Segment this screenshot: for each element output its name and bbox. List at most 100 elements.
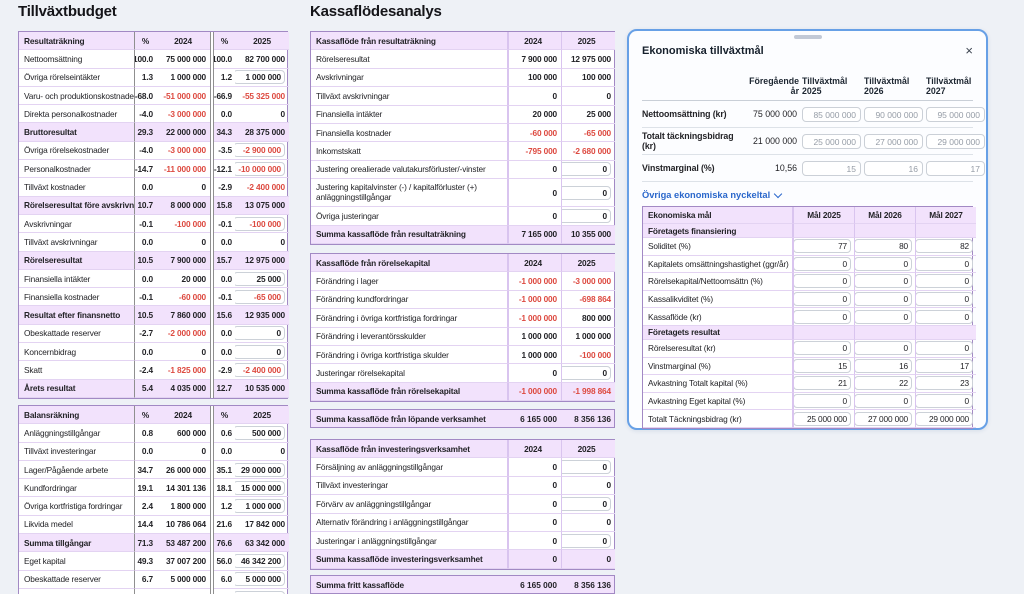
target-2026-input[interactable]: 0 [854, 310, 912, 324]
value-2025-input[interactable]: 5 000 000 [235, 572, 285, 586]
close-icon[interactable]: × [965, 45, 973, 57]
drag-handle[interactable] [794, 35, 822, 39]
value-2025-input[interactable]: 15 000 000 [235, 481, 285, 495]
target-2026-input[interactable]: 0 [854, 394, 912, 408]
pct-2025-cell: 0.0 [214, 105, 235, 123]
target-2027-input[interactable]: 0 [915, 394, 973, 408]
value-2025-input[interactable]: 0 [561, 534, 611, 548]
goal-2025-input[interactable]: 25 000 000 [802, 134, 861, 149]
pct-2025-cell: 21.6 [214, 516, 235, 534]
goal-2025-input[interactable]: 15 [802, 161, 861, 176]
value-2025-input[interactable]: -100 000 [235, 217, 285, 231]
value-2025-input[interactable]: 1 000 000 [235, 70, 285, 84]
target-2026-input[interactable]: 0 [854, 274, 912, 288]
value-2025-input[interactable]: -10 000 000 [235, 162, 285, 176]
target-2025-input[interactable]: 25 000 000 [793, 412, 851, 426]
value-2025-input[interactable]: 500 000 [235, 426, 285, 440]
value-2025-input[interactable]: 0 [561, 366, 611, 380]
target-2027-input[interactable]: 0 [915, 341, 973, 355]
target-2027-input[interactable]: 0 [915, 274, 973, 288]
target-2025-input[interactable]: 21 [793, 376, 851, 390]
target-2026-input[interactable]: 80 [854, 239, 912, 253]
row-label: Summa kassaflöde från resultaträkning [311, 226, 508, 244]
target-2027-input[interactable]: 0 [915, 257, 973, 271]
table-header-row: Kassaflöde från investeringsverksamhet 2… [311, 440, 614, 458]
pct-2024-cell: 6.7 [135, 571, 156, 589]
row-label: Eget kapital [19, 552, 135, 570]
target-2026-input[interactable]: 0 [854, 341, 912, 355]
target-2026-input[interactable]: 22 [854, 376, 912, 390]
pct-2025-cell: -0.1 [214, 215, 235, 233]
value-2024-cell: 7 165 000 [508, 226, 561, 244]
value-2025-cell: -100 000 [235, 215, 289, 233]
goal-2025-input[interactable]: 85 000 000 [802, 107, 861, 122]
target-2025-input[interactable]: 0 [793, 292, 851, 306]
row-label: Alternativ förändring i anläggningstillg… [311, 514, 508, 532]
table-row: Övriga rörelseintäkter 1.3 1 000 000 1.2… [19, 69, 287, 87]
value-2025-cell: 12 935 000 [235, 306, 289, 324]
target-2027-input[interactable]: 82 [915, 239, 973, 253]
header-2024: 2024 [156, 406, 210, 424]
target-2025-cell: 0 [793, 291, 854, 309]
value-2025-input[interactable]: 46 342 200 [235, 554, 285, 568]
goal-2027-input[interactable]: 95 000 000 [926, 107, 985, 122]
goal-2027-input[interactable]: 17 [926, 161, 985, 176]
pct-2025-cell: 0.0 [214, 343, 235, 361]
target-2026-input[interactable]: 0 [854, 292, 912, 306]
target-2025-input[interactable]: 15 [793, 359, 851, 373]
target-2027-input[interactable]: 23 [915, 376, 973, 390]
value-2025-input[interactable]: -65 000 [235, 290, 285, 304]
target-2025-input[interactable]: 0 [793, 341, 851, 355]
target-2027-input[interactable]: 17 [915, 359, 973, 373]
target-2027-input[interactable]: 29 000 000 [915, 412, 973, 426]
value-2025-cell: 1 000 000 [561, 328, 615, 346]
value-2025-input[interactable]: 0 [561, 497, 611, 511]
target-2025-input[interactable]: 77 [793, 239, 851, 253]
pct-2024-cell: 100.0 [135, 50, 156, 68]
value-2025-input[interactable]: 0 [561, 460, 611, 474]
goal-2026-input[interactable]: 90 000 000 [864, 107, 923, 122]
table-row: Avskrivningar 100 000 100 000 [311, 69, 614, 87]
value-2025-input[interactable]: 29 000 000 [235, 463, 285, 477]
value-2025-input[interactable]: 0 [561, 186, 611, 200]
cashflow-income-table: Kassaflöde från resultaträkning 2024 202… [310, 31, 615, 245]
target-2027-input[interactable]: 0 [915, 292, 973, 306]
target-2025-input[interactable]: 0 [793, 394, 851, 408]
pct-2024-cell: 29.3 [135, 123, 156, 141]
value-2025-input: -698 864 [579, 294, 611, 304]
value-2025-input[interactable]: 0 [561, 162, 611, 176]
other-key-figures-link[interactable]: Övriga ekonomiska nyckeltal [642, 190, 781, 200]
target-2025-input[interactable]: 0 [793, 310, 851, 324]
value-2025-input[interactable]: 0 [235, 326, 285, 340]
goal-2026-input[interactable]: 16 [864, 161, 923, 176]
value-2025-input[interactable]: 1 000 000 [235, 499, 285, 513]
header-2024: 2024 [508, 254, 561, 272]
value-2025-input[interactable]: 0 [235, 345, 285, 359]
value-2025-input: -3 000 000 [573, 276, 611, 286]
goal-2026-input[interactable]: 27 000 000 [864, 134, 923, 149]
summary-2024: 6 165 000 [508, 580, 561, 590]
goal-2027-input[interactable]: 29 000 000 [926, 134, 985, 149]
target-2025-input[interactable]: 0 [793, 257, 851, 271]
pct-2024-cell: 0.0 [135, 443, 156, 461]
value-2025-input[interactable]: 0 [561, 209, 611, 223]
value-2025-input[interactable]: -2 900 000 [235, 143, 285, 157]
target-2026-input[interactable]: 27 000 000 [854, 412, 912, 426]
value-2025-cell: 46 342 200 [235, 552, 289, 570]
target-2027-input[interactable]: 0 [915, 310, 973, 324]
value-2025-input[interactable]: -2 400 000 [235, 363, 285, 377]
table-row: Tillväxt investeringar 0 0 [311, 477, 614, 495]
table-row: Företagets resultat [643, 326, 972, 340]
value-2025-input[interactable]: 25 000 [235, 272, 285, 286]
pct-2025-cell: 76.6 [214, 534, 235, 552]
target-2026-input[interactable]: 16 [854, 359, 912, 373]
target-2026-input[interactable]: 0 [854, 257, 912, 271]
row-label: Obeskattade reserver [19, 571, 135, 589]
table-header-row: Ekonomiska mål Mål 2025 Mål 2026 Mål 202… [643, 207, 972, 224]
row-label: Finansiella intäkter [19, 270, 135, 288]
target-2025-input[interactable]: 0 [793, 274, 851, 288]
target-2025-cell: 0 [793, 273, 854, 291]
value-2025-input[interactable]: 2 500 000 [235, 591, 285, 594]
row-label: Övriga rörelseintäkter [19, 69, 135, 87]
panel-title: Ekonomiska tillväxtmål [642, 45, 764, 57]
